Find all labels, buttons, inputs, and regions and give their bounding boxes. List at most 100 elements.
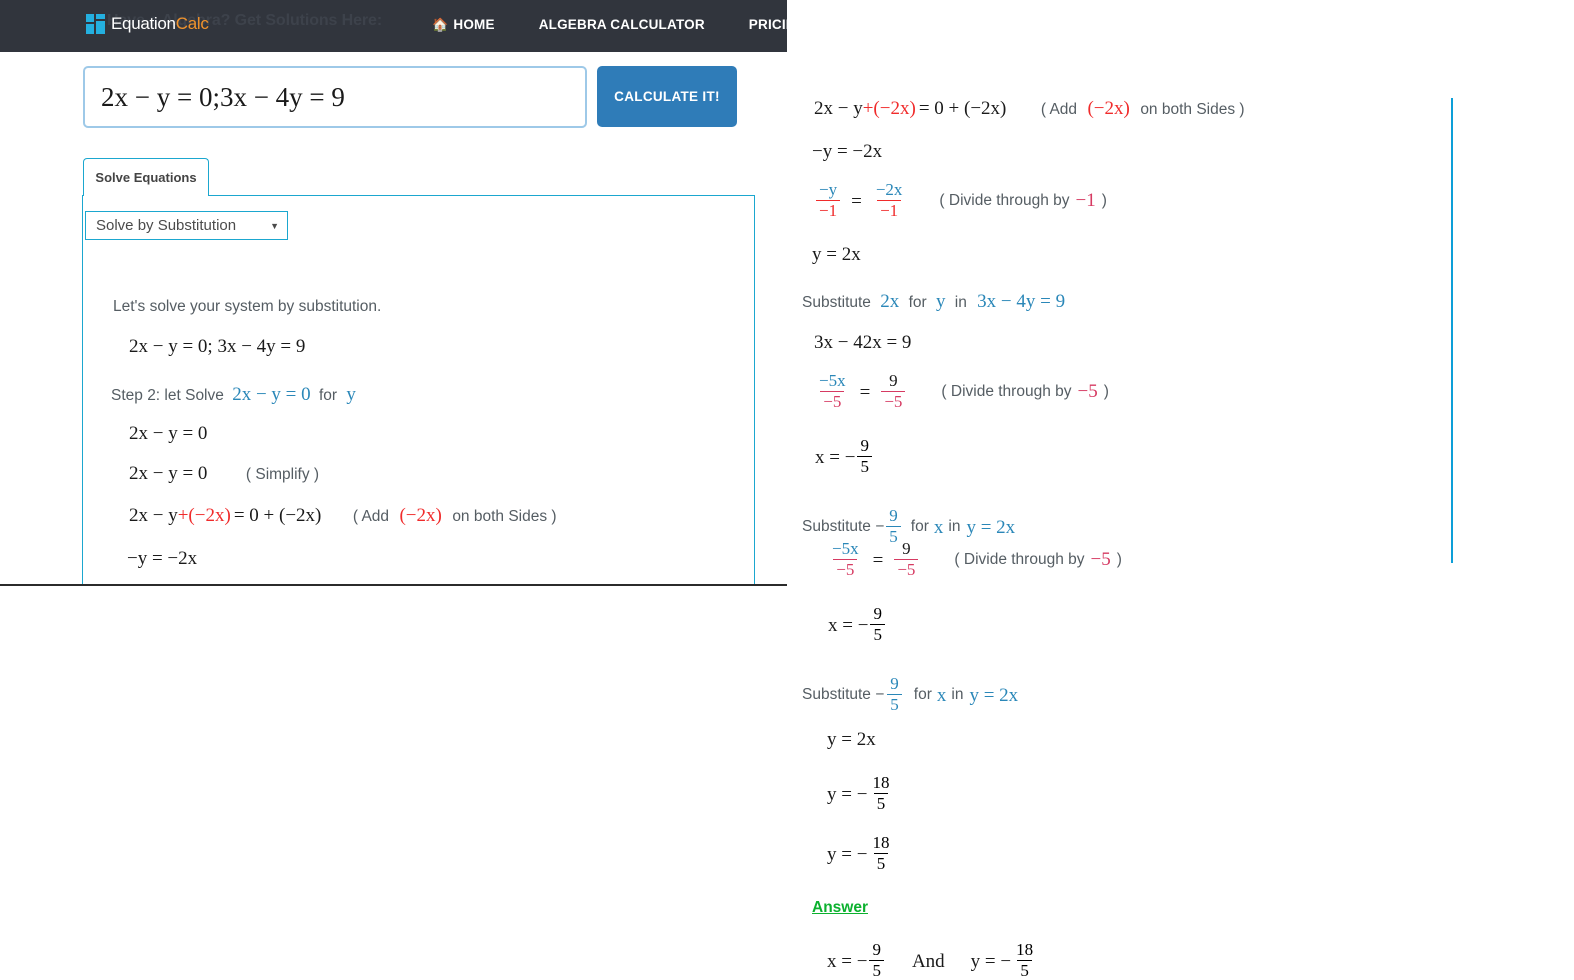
answer-y-numerator: 18 — [1016, 940, 1034, 959]
solve-method-select[interactable]: Solve by Substitution ▼ — [85, 211, 288, 240]
sub3-prefix: Substitute − — [802, 686, 885, 704]
r7-numerator: 9 — [860, 436, 869, 455]
r3-note-prefix: ( Divide through by — [939, 192, 1070, 210]
r6-note-term: −5 — [1077, 381, 1098, 403]
r9-fraction: 9 5 — [870, 605, 885, 643]
r1-note-term: (−2x) — [1087, 98, 1130, 119]
r3-numerator-left: −y — [819, 180, 838, 199]
answer-x-denominator: 5 — [869, 959, 884, 980]
r11-numerator: 18 — [872, 773, 890, 792]
r6-note-prefix: ( Divide through by — [941, 383, 1072, 401]
answer-y-denominator: 5 — [1017, 959, 1032, 980]
sub3-fraction: 9 5 — [887, 675, 902, 713]
answer-x-lhs: x = − — [827, 950, 868, 972]
solution-intro: Let's solve your system by substitution. — [113, 298, 382, 315]
answer-x-numerator: 9 — [872, 940, 881, 959]
r8-equals: = — [872, 549, 884, 571]
right-line-9-row: x = − 9 5 — [828, 605, 887, 644]
r3-numerator-right: −2x — [875, 180, 903, 199]
sub3-numerator: 9 — [890, 674, 899, 693]
r9-denominator: 5 — [870, 623, 885, 644]
nav-link-home[interactable]: 🏠 HOME — [410, 17, 517, 32]
site-logo-link[interactable]: EquationCalc — [86, 14, 209, 34]
sub1-equation: 3x − 4y = 9 — [977, 291, 1066, 312]
answer-heading[interactable]: Answer — [812, 899, 868, 917]
sub1-prefix: Substitute — [802, 294, 871, 311]
sub2-prefix: Substitute − — [802, 518, 885, 536]
sub3-equation: y = 2x — [969, 684, 1019, 706]
answer-y-fraction: 18 5 — [1013, 941, 1036, 979]
line-c-part2: = 0 + (−2x) — [233, 505, 322, 526]
r3-denominator-left: −1 — [816, 199, 841, 220]
step2-for: for — [318, 387, 338, 404]
r9-lhs: x = − — [828, 614, 869, 636]
r8-note-prefix: ( Divide through by — [954, 551, 1085, 569]
solution-line-b-row: 2x − y = 0 ( Simplify ) — [129, 464, 319, 484]
r3-note-term: −1 — [1075, 190, 1096, 212]
r6-fraction-left: −5x −5 — [816, 372, 849, 410]
r12-fraction: 18 5 — [869, 834, 892, 872]
r1-part1: 2x − y — [814, 98, 863, 119]
sub3-in: in — [951, 686, 964, 704]
nav-link-pricing[interactable]: PRICING — [727, 17, 787, 32]
r8-note-term: −5 — [1090, 549, 1111, 571]
nav-link-algebra-calculator[interactable]: ALGEBRA CALCULATOR — [517, 17, 727, 32]
right-line-7-row: x = − 9 5 — [815, 436, 874, 476]
r11-fraction: 18 5 — [869, 774, 892, 812]
solution-line-d: −y = −2x — [127, 548, 198, 569]
tab-solve-equations[interactable]: Solve Equations — [83, 158, 209, 196]
note-add-prefix: ( Add — [352, 508, 390, 525]
sub3-for: for — [913, 686, 932, 704]
solution-line-a: 2x − y = 0 — [129, 423, 208, 444]
note-add-term: (−2x) — [399, 505, 442, 526]
r12-lhs: y = − — [827, 843, 868, 865]
sub1-value: 2x — [880, 291, 900, 312]
answer-x-fraction: 9 5 — [869, 941, 884, 979]
step2-equation: 2x − y = 0 — [232, 384, 311, 405]
brand-wordmark: EquationCalc — [111, 14, 209, 34]
brand-word-calc: Calc — [175, 14, 209, 33]
r8-fraction-right: 9 −5 — [894, 539, 919, 579]
r6-denominator-right: −5 — [881, 390, 906, 411]
capture-boundary-divider — [0, 584, 787, 586]
note-add-suffix: on both Sides ) — [452, 508, 557, 525]
r6-denominator-left: −5 — [820, 390, 845, 411]
sub2-variable: x — [933, 516, 944, 538]
step2-variable: y — [346, 384, 356, 405]
r12-denominator: 5 — [873, 852, 889, 873]
sub2-numerator: 9 — [889, 506, 898, 525]
r11-denominator: 5 — [873, 792, 889, 813]
r1-note-suffix: on both Sides ) — [1140, 101, 1245, 118]
calculate-button[interactable]: CALCULATE IT! — [597, 66, 737, 127]
r1-added-term: +(−2x) — [862, 98, 916, 119]
sub2-in: in — [948, 518, 961, 536]
r7-denominator: 5 — [857, 455, 872, 476]
answer-conjunction: And — [911, 950, 945, 972]
r7-lhs: x = − — [815, 446, 856, 468]
r8-note-suffix: ) — [1116, 551, 1122, 569]
substitute-statement-3: Substitute − 9 5 for x in y = 2x — [802, 675, 1019, 714]
sub1-for: for — [908, 294, 927, 311]
line-c-part1: 2x − y — [129, 505, 178, 526]
sub3-variable: x — [936, 684, 947, 706]
r1-note-prefix: ( Add — [1040, 101, 1078, 118]
sub1-in: in — [954, 294, 967, 311]
right-line-1-row: 2x − y+(−2x) = 0 + (−2x) ( Add (−2x) on b… — [814, 98, 1245, 120]
r8-numerator-right: 9 — [902, 539, 911, 558]
solution-continuation-right-capture: 2x − y+(−2x) = 0 + (−2x) ( Add (−2x) on b… — [787, 0, 1574, 980]
sub3-denominator: 5 — [887, 693, 902, 714]
r8-denominator-left: −5 — [833, 558, 858, 579]
right-line-12-row: y = − 18 5 — [827, 834, 894, 873]
r3-denominator-right: −1 — [877, 199, 902, 220]
r12-numerator: 18 — [872, 833, 890, 852]
solution-line-b: 2x − y = 0 — [129, 463, 208, 484]
step2-prefix: Step 2: let Solve — [111, 387, 224, 404]
r8-denominator-right: −5 — [894, 558, 919, 579]
r6-note-suffix: ) — [1103, 383, 1109, 401]
right-line-2: −y = −2x — [812, 141, 883, 162]
answer-values-row: x = − 9 5 And y = − 18 5 — [827, 941, 1038, 980]
primary-navigation: 🏠HOME ALGEBRA CALCULATOR PRICING QUA — [410, 17, 787, 32]
right-line-11-row: y = − 18 5 — [827, 774, 894, 813]
site-navbar: Have a Algebra? Get Solutions Here: Equa… — [0, 0, 787, 52]
equation-input[interactable] — [83, 66, 587, 128]
